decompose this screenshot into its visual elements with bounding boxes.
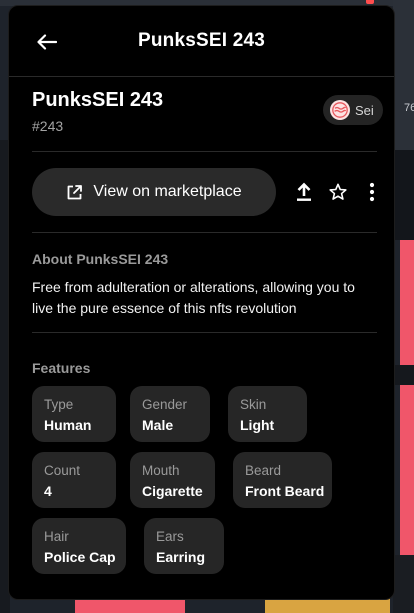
external-link-icon: [67, 184, 83, 199]
feature-key: Ears: [156, 529, 184, 544]
feature-value: Cigarette: [142, 483, 203, 499]
feature-hair: Hair Police Cap: [32, 518, 126, 574]
sei-logo-icon: [330, 100, 350, 120]
feature-value: Police Cap: [44, 549, 116, 565]
view-on-marketplace-button[interactable]: View on marketplace: [32, 168, 276, 216]
divider: [32, 232, 377, 233]
backdrop-card: [75, 598, 185, 613]
divider: [32, 332, 377, 333]
page-title: PunksSEI 243: [137, 30, 266, 51]
feature-count: Count 4: [32, 452, 116, 508]
feature-value: 4: [44, 483, 52, 499]
more-options-button[interactable]: [361, 181, 383, 203]
backdrop-right: [393, 555, 414, 613]
feature-value: Male: [142, 417, 174, 433]
feature-type: Type Human: [32, 386, 116, 442]
feature-key: Skin: [240, 397, 267, 412]
about-title: About PunksSEI 243: [32, 251, 169, 267]
feature-ears: Ears Earring: [144, 518, 224, 574]
features-title: Features: [32, 360, 91, 376]
feature-key: Type: [44, 397, 74, 412]
nft-name: PunksSEI 243: [32, 89, 164, 111]
feature-key: Mouth: [142, 463, 180, 478]
feature-value: Human: [44, 417, 92, 433]
backdrop-card: [400, 385, 414, 555]
marketplace-label: View on marketplace: [93, 183, 242, 200]
feature-beard: Beard Front Beard: [233, 452, 332, 508]
share-button[interactable]: [293, 181, 315, 203]
nft-token-id: #243: [32, 118, 64, 134]
chain-label: Sei: [355, 102, 374, 118]
upload-icon: [297, 182, 311, 201]
feature-mouth: Mouth Cigarette: [130, 452, 215, 508]
feature-key: Beard: [245, 463, 282, 478]
backdrop-right: [393, 150, 414, 240]
backdrop-right: [393, 365, 414, 385]
favorite-button[interactable]: [327, 181, 349, 203]
feature-gender: Gender Male: [130, 386, 210, 442]
divider: [32, 151, 377, 152]
backdrop-notification-dot: [366, 0, 374, 4]
star-icon: [329, 183, 347, 200]
feature-key: Gender: [142, 397, 188, 412]
chain-badge: Sei: [323, 95, 383, 125]
feature-value: Light: [240, 417, 275, 433]
backdrop-card: [265, 598, 390, 613]
feature-key: Hair: [44, 529, 69, 544]
backdrop-right: [393, 0, 414, 150]
feature-key: Count: [44, 463, 81, 478]
backdrop-edge-text: 76: [404, 102, 414, 114]
panel-header: PunksSEI 243: [9, 6, 394, 77]
more-vertical-icon: [369, 182, 375, 202]
feature-skin: Skin Light: [228, 386, 307, 442]
about-description: Free from adulteration or alterations, a…: [32, 279, 355, 316]
backdrop-card: [400, 240, 414, 365]
feature-value: Earring: [156, 549, 206, 565]
nft-detail-panel: PunksSEI 243 PunksSEI 243 #243 Sei View …: [8, 5, 395, 600]
feature-value: Front Beard: [245, 483, 325, 499]
